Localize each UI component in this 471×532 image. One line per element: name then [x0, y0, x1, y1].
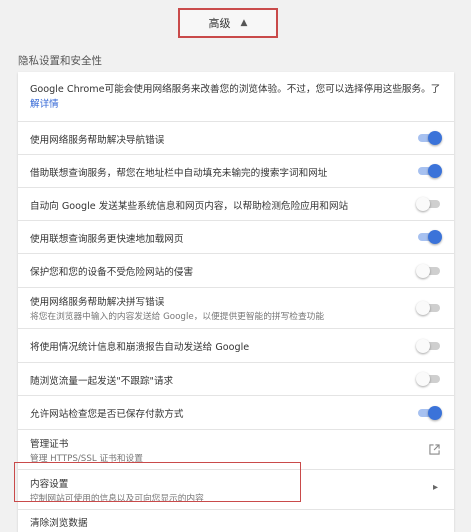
setting-row-navigation-errors[interactable]: 使用网络服务帮助解决导航错误 [18, 121, 454, 155]
caret-up-icon: ▲ [240, 18, 248, 28]
toggle-switch[interactable] [416, 264, 442, 278]
toggle-switch[interactable] [416, 406, 442, 420]
setting-row-usage-stats[interactable]: 将使用情况统计信息和崩溃报告自动发送给 Google [18, 328, 454, 363]
toggle-switch[interactable] [416, 197, 442, 211]
setting-label: 将使用情况统计信息和崩溃报告自动发送给 Google [30, 342, 250, 353]
setting-label: 使用网络服务帮助解决拼写错误 [30, 297, 165, 308]
setting-label: 借助联想查询服务，帮您在地址栏中自动填充未输完的搜索字词和网址 [30, 168, 328, 179]
intro-text: Google Chrome可能会使用网络服务来改善您的浏览体验。不过，您可以选择… [30, 82, 442, 112]
setting-label: 随浏览流量一起发送"不跟踪"请求 [30, 376, 174, 387]
setting-label: 使用网络服务帮助解决导航错误 [30, 135, 165, 146]
setting-row-preload-pages[interactable]: 使用联想查询服务更快速地加载网页 [18, 220, 454, 254]
toggle-switch[interactable] [416, 164, 442, 178]
advanced-label: 高级 [208, 17, 231, 30]
setting-row-autocomplete[interactable]: 借助联想查询服务，帮您在地址栏中自动填充未输完的搜索字词和网址 [18, 154, 454, 188]
chevron-right-icon: ▸ [432, 482, 438, 493]
manage-certificates-row[interactable]: 管理证书 管理 HTTPS/SSL 证书和设置 [18, 429, 454, 470]
content-settings-label: 内容设置 [30, 479, 69, 490]
privacy-settings-card: Google Chrome可能会使用网络服务来改善您的浏览体验。不过，您可以选择… [18, 72, 454, 532]
toggle-switch[interactable] [416, 301, 442, 315]
section-title: 隐私设置和安全性 [18, 55, 102, 67]
content-settings-sublabel: 控制网站可使用的信息以及可向您显示的内容 [30, 494, 204, 504]
toggle-switch[interactable] [416, 230, 442, 244]
clear-data-label: 清除浏览数据 [30, 518, 88, 529]
toggle-switch[interactable] [416, 372, 442, 386]
setting-label: 允许网站检查您是否已保存付款方式 [30, 409, 184, 420]
setting-label: 自动向 Google 发送某些系统信息和网页内容，以帮助检测危险应用和网站 [30, 201, 349, 212]
intro-description: Google Chrome可能会使用网络服务来改善您的浏览体验。不过，您可以选择… [30, 84, 441, 95]
setting-label: 使用联想查询服务更快速地加载网页 [30, 234, 184, 245]
toggle-switch[interactable] [416, 339, 442, 353]
setting-row-safe-browsing[interactable]: 保护您和您的设备不受危险网站的侵害 [18, 253, 454, 288]
learn-more-link[interactable]: 解详情 [30, 99, 59, 110]
open-external-icon[interactable] [429, 444, 440, 455]
setting-row-spell-check[interactable]: 使用网络服务帮助解决拼写错误 将您在浏览器中输入的内容发送给 Google，以便… [18, 287, 454, 329]
setting-row-do-not-track[interactable]: 随浏览流量一起发送"不跟踪"请求 [18, 362, 454, 396]
setting-label: 保护您和您的设备不受危险网站的侵害 [30, 267, 194, 278]
content-settings-row[interactable]: 内容设置 控制网站可使用的信息以及可向您显示的内容 ▸ [18, 469, 454, 510]
setting-row-safe-browsing-reports[interactable]: 自动向 Google 发送某些系统信息和网页内容，以帮助检测危险应用和网站 [18, 187, 454, 221]
advanced-toggle-button[interactable]: 高级 ▲ [178, 8, 278, 38]
certificates-label: 管理证书 [30, 439, 69, 450]
toggle-switch[interactable] [416, 131, 442, 145]
certificates-sublabel: 管理 HTTPS/SSL 证书和设置 [30, 454, 143, 464]
setting-sublabel: 将您在浏览器中输入的内容发送给 Google，以便提供更智能的拼写检查功能 [30, 312, 325, 322]
setting-row-payment-methods[interactable]: 允许网站检查您是否已保存付款方式 [18, 395, 454, 430]
